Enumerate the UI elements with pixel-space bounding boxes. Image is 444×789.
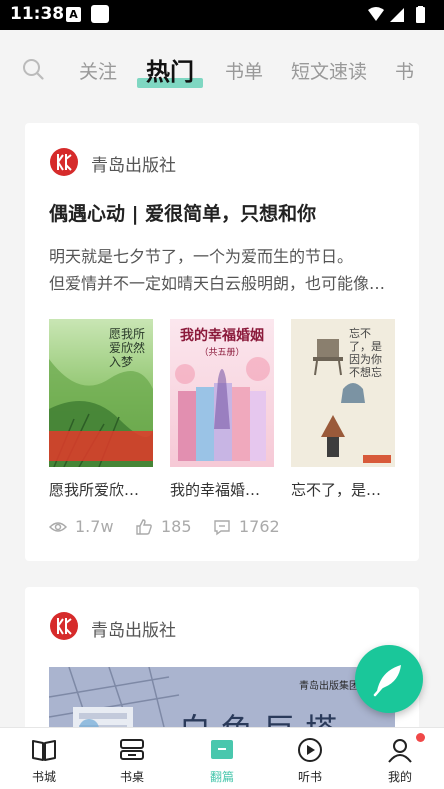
flip-page-icon: [211, 740, 233, 759]
feed-card[interactable]: 青岛出版社 偶遇心动 | 爱很简单，只想和你 明天就是七夕节了，一个为爱而生的节…: [25, 123, 419, 561]
nav-label: 书城: [31, 770, 56, 784]
bottom-nav: 书城 书桌 翻篇 听书 我的: [0, 727, 444, 789]
battery-icon: [416, 7, 425, 23]
book-title[interactable]: 我的幸福婚姻…: [170, 479, 274, 500]
summary-line: 但爱情并不一定如晴天白云般明朗，也可能像…: [49, 274, 386, 293]
tab-short-reads[interactable]: 短文速读: [291, 57, 367, 84]
comments-stat[interactable]: 1762: [213, 517, 280, 536]
search-icon[interactable]: [22, 58, 44, 80]
book-item[interactable]: 忘不了，是因为你不想忘 忘不了，是因…: [291, 319, 395, 500]
book-item[interactable]: 愿我所爱欣然入梦 愿我所爱欣然入: [49, 319, 153, 500]
nav-label: 我的: [387, 770, 412, 784]
book-item[interactable]: 我的幸福婚姻 （共五册） 我的幸福婚姻…: [170, 319, 274, 500]
notification-badge: [416, 733, 425, 742]
compose-button[interactable]: [355, 645, 423, 713]
notification-icon: A: [66, 7, 81, 22]
likes-count: 185: [161, 517, 192, 536]
nav-label: 书桌: [119, 770, 144, 784]
signal-icon: [390, 8, 404, 22]
book-icon: [32, 740, 56, 761]
book-title[interactable]: 忘不了，是因…: [291, 479, 395, 500]
eye-icon: [48, 522, 68, 532]
tab-booklist[interactable]: 书单: [225, 57, 263, 84]
book-cover[interactable]: 愿我所爱欣然入梦: [49, 319, 153, 467]
nav-profile[interactable]: 我的: [356, 728, 444, 789]
tab-hot[interactable]: 热门: [146, 52, 194, 87]
views-stat: 1.7w: [48, 517, 114, 536]
book-title[interactable]: 愿我所爱欣然入: [49, 479, 153, 500]
comments-count: 1762: [239, 517, 280, 536]
system-status-icons: [366, 5, 436, 24]
nav-label: 翻篇: [209, 770, 234, 784]
nav-bookstore[interactable]: 书城: [0, 728, 88, 789]
publisher-logo: [50, 612, 78, 640]
category-tabs: 关注 热门 书单 短文速读 书: [0, 30, 444, 102]
cover-title: 愿我所爱欣然入梦: [109, 327, 146, 369]
thumbs-up-icon: [136, 519, 152, 535]
likes-stat[interactable]: 185: [135, 517, 192, 536]
publisher-name[interactable]: 青岛出版社: [91, 151, 176, 176]
nav-bookshelf[interactable]: 书桌: [88, 728, 176, 789]
user-icon: [388, 739, 412, 763]
post-stats: 1.7w 185 1762: [48, 517, 399, 539]
nav-label: 听书: [297, 770, 322, 784]
wifi-icon: [368, 7, 384, 21]
feather-icon: [373, 665, 401, 697]
app-notification-icon: [91, 5, 109, 23]
cover-title: 我的幸福婚姻: [180, 328, 264, 344]
book-cover[interactable]: 忘不了，是因为你不想忘: [291, 319, 395, 467]
desk-icon: [120, 739, 144, 760]
cover-title: 忘不了，是因为你不想忘: [349, 327, 382, 379]
nav-audiobook[interactable]: 听书: [266, 728, 354, 789]
status-bar: 11:38 A: [0, 0, 444, 30]
comment-icon: [214, 520, 230, 536]
nav-flip[interactable]: 翻篇: [178, 728, 266, 789]
tab-follow[interactable]: 关注: [79, 57, 117, 84]
publisher-logo: [50, 148, 78, 176]
book-cover[interactable]: 我的幸福婚姻 （共五册）: [170, 319, 274, 467]
post-summary: 明天就是七夕节了，一个为爱而生的节日。 但爱情并不一定如晴天白云般明朗，也可能像…: [49, 243, 399, 297]
status-time: 11:38: [10, 4, 65, 24]
post-title[interactable]: 偶遇心动 | 爱很简单，只想和你: [49, 199, 316, 226]
views-count: 1.7w: [75, 517, 114, 536]
tab-book-partial[interactable]: 书: [395, 57, 414, 84]
cover-subtitle: （共五册）: [199, 348, 245, 358]
summary-line: 明天就是七夕节了，一个为爱而生的节日。: [49, 247, 354, 266]
publisher-name[interactable]: 青岛出版社: [91, 616, 176, 641]
play-icon: [298, 738, 322, 762]
